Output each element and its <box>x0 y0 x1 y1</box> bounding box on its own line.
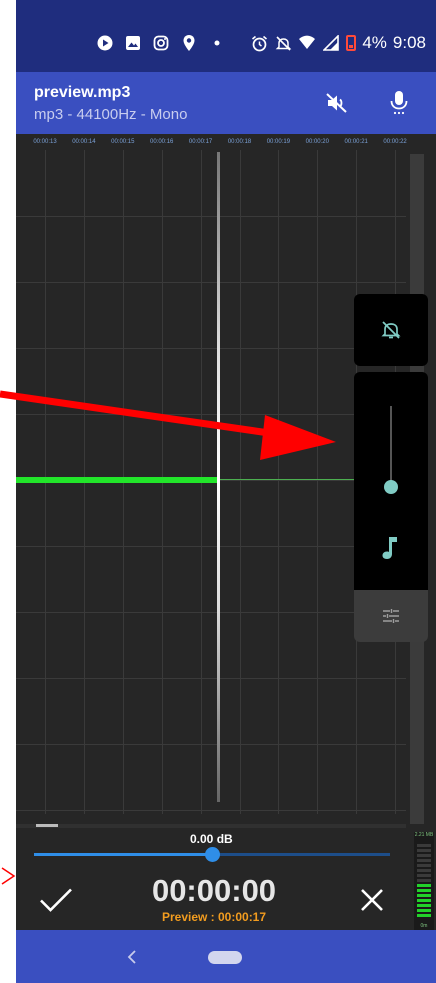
confirm-button[interactable] <box>36 880 76 920</box>
grid-line-horizontal <box>16 810 406 811</box>
mute-icon <box>274 34 292 52</box>
gain-slider-fill <box>34 853 212 856</box>
status-time: 9:08 <box>392 33 426 52</box>
annotation-arrow-tip <box>1 867 16 885</box>
meter-bar <box>417 914 431 917</box>
grid-line-horizontal <box>16 744 406 745</box>
media-volume-slider[interactable] <box>390 406 392 486</box>
location-icon <box>180 34 198 52</box>
gallery-icon <box>124 34 142 52</box>
wifi-icon <box>298 34 316 52</box>
equalizer-settings-icon <box>383 609 399 623</box>
music-note-icon <box>382 537 397 559</box>
volume-off-button[interactable] <box>320 86 354 120</box>
meter-bar <box>417 874 431 877</box>
meter-bar <box>417 879 431 882</box>
gain-slider-thumb[interactable] <box>205 847 220 862</box>
battery-icon <box>346 35 357 51</box>
timeline-tick-label: 00:00:15 <box>111 139 135 145</box>
close-icon <box>361 889 383 911</box>
meter-size-label: 2.21 MB <box>414 832 434 838</box>
meter-bottom-label: 0m <box>420 923 428 929</box>
volume-settings-button[interactable] <box>354 590 428 642</box>
timeline-ruler[interactable]: 00:00:13 00:00:14 00:00:15 00:00:16 00:00:17… <box>16 134 406 150</box>
grid-line-horizontal <box>16 678 406 679</box>
volume-off-icon <box>326 93 347 113</box>
nav-home-button[interactable] <box>208 951 242 964</box>
chevron-left-icon <box>127 950 136 964</box>
waveform-signal <box>16 477 218 483</box>
meter-bar <box>417 904 431 907</box>
navigation-bar <box>16 930 436 983</box>
horizontal-scroll-thumb[interactable] <box>36 824 58 827</box>
app-bar: preview.mp3 mp3 - 44100Hz - Mono <box>16 72 436 134</box>
instagram-icon <box>152 34 170 52</box>
meter-bar <box>417 854 431 857</box>
preview-time-label: Preview : 00:00:17 <box>161 910 267 924</box>
meter-bar <box>417 894 431 897</box>
status-notification-icons <box>96 30 226 56</box>
meter-bars <box>417 844 431 919</box>
grid-line-horizontal <box>16 546 406 547</box>
status-system-icons: 4% 9:08 <box>250 30 426 56</box>
ringer-mute-toggle[interactable] <box>354 294 428 366</box>
grid-line-vertical <box>278 150 280 814</box>
meter-bar <box>417 859 431 862</box>
grid-line-horizontal <box>16 216 406 217</box>
media-volume-panel <box>354 372 428 590</box>
level-meter: 2.21 MB 0m <box>414 832 434 930</box>
signal-icon <box>322 34 340 52</box>
timeline-tick-label: 00:00:18 <box>227 139 252 145</box>
battery-percent: 4% <box>362 33 387 52</box>
file-info: mp3 - 44100Hz - Mono <box>34 106 188 123</box>
phone-screen: 4% 9:08 preview.mp3 mp3 - 44100Hz - Mono… <box>16 0 436 983</box>
playhead-cursor[interactable] <box>217 152 220 802</box>
microphone-icon <box>390 91 408 115</box>
bell-off-icon <box>381 321 401 339</box>
meter-bar <box>417 889 431 892</box>
dot-icon <box>208 34 226 52</box>
meter-bar <box>417 849 431 852</box>
timeline-tick-label: 00:00:16 <box>150 139 174 145</box>
meter-bar <box>417 844 431 847</box>
cancel-button[interactable] <box>352 880 392 920</box>
play-icon <box>96 34 114 52</box>
timeline-tick-label: 00:00:21 <box>344 139 368 145</box>
horizontal-scrollbar[interactable] <box>16 824 406 828</box>
grid-line-horizontal <box>16 348 406 349</box>
file-name: preview.mp3 <box>34 84 131 101</box>
check-icon <box>40 888 72 912</box>
grid-line-vertical <box>317 150 319 814</box>
microphone-button[interactable] <box>382 86 416 120</box>
timeline-tick-label: 00:00:20 <box>305 139 329 145</box>
annotation-arrow <box>0 390 336 460</box>
grid-line-horizontal <box>16 282 406 283</box>
timeline-tick-label: 00:00:22 <box>383 139 407 145</box>
nav-back-button[interactable] <box>122 945 142 969</box>
timeline-tick-label: 00:00:13 <box>33 139 57 145</box>
timeline-tick-label: 00:00:19 <box>266 139 291 145</box>
timeline-tick-label: 00:00:14 <box>72 139 96 145</box>
gain-label: 0.00 dB <box>190 832 233 846</box>
meter-bar <box>417 864 431 867</box>
grid-line-horizontal <box>16 612 406 613</box>
timeline-tick-label: 00:00:17 <box>188 139 213 145</box>
media-volume-thumb[interactable] <box>384 480 398 494</box>
meter-bar <box>417 884 431 887</box>
status-bar: 4% 9:08 <box>16 0 436 72</box>
grid-line-vertical <box>239 150 241 814</box>
meter-bar <box>417 909 431 912</box>
meter-bar <box>417 899 431 902</box>
alarm-icon <box>250 34 268 52</box>
recording-timer: 00:00:00 <box>151 873 277 908</box>
meter-bar <box>417 869 431 872</box>
